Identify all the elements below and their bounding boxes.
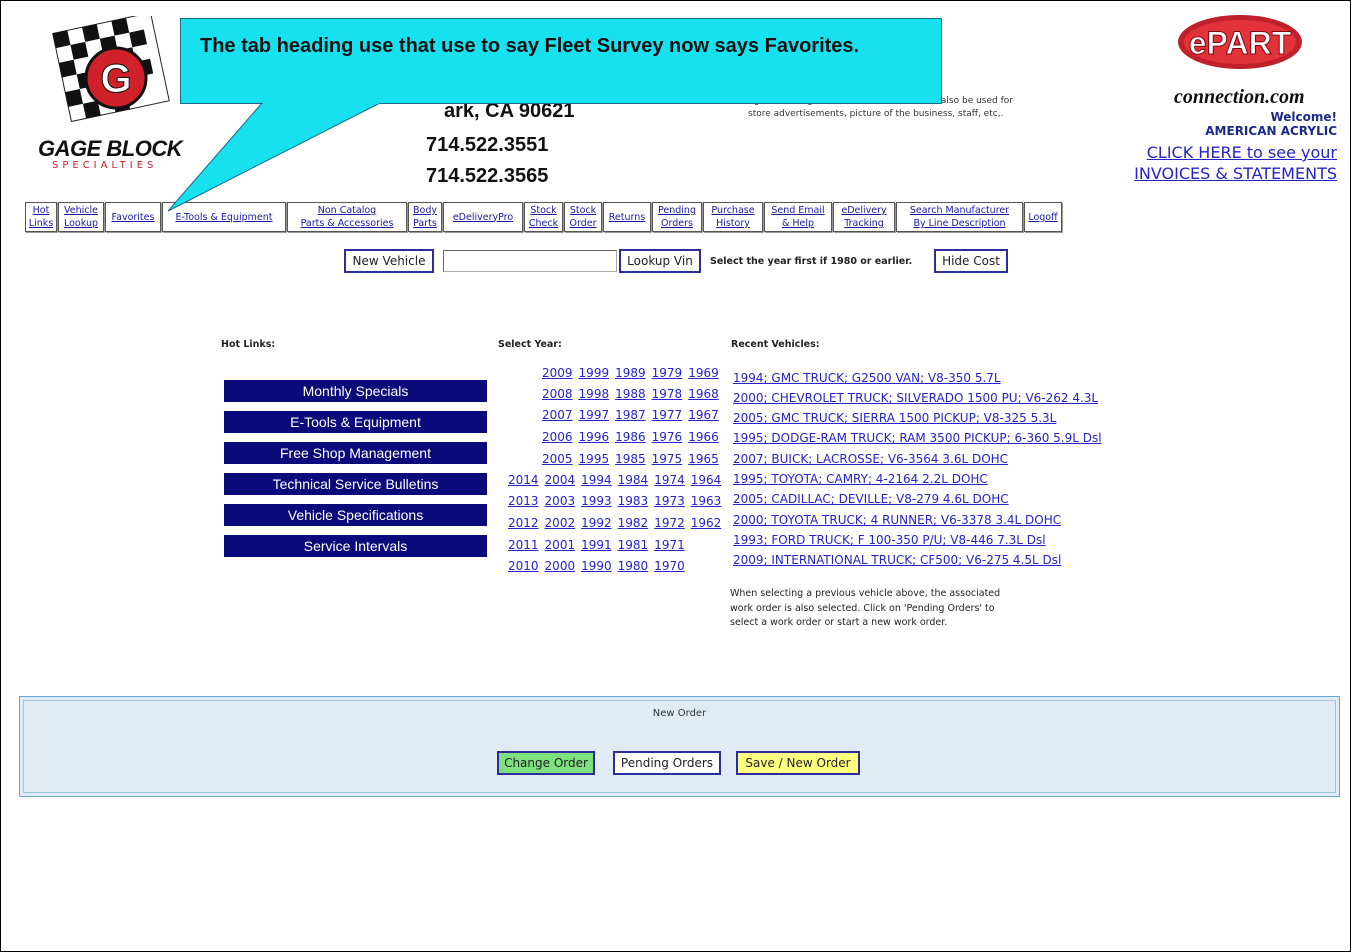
- callout-pointer-join: [263, 102, 379, 104]
- annotation-callout-text: The tab heading use that use to say Flee…: [200, 35, 860, 57]
